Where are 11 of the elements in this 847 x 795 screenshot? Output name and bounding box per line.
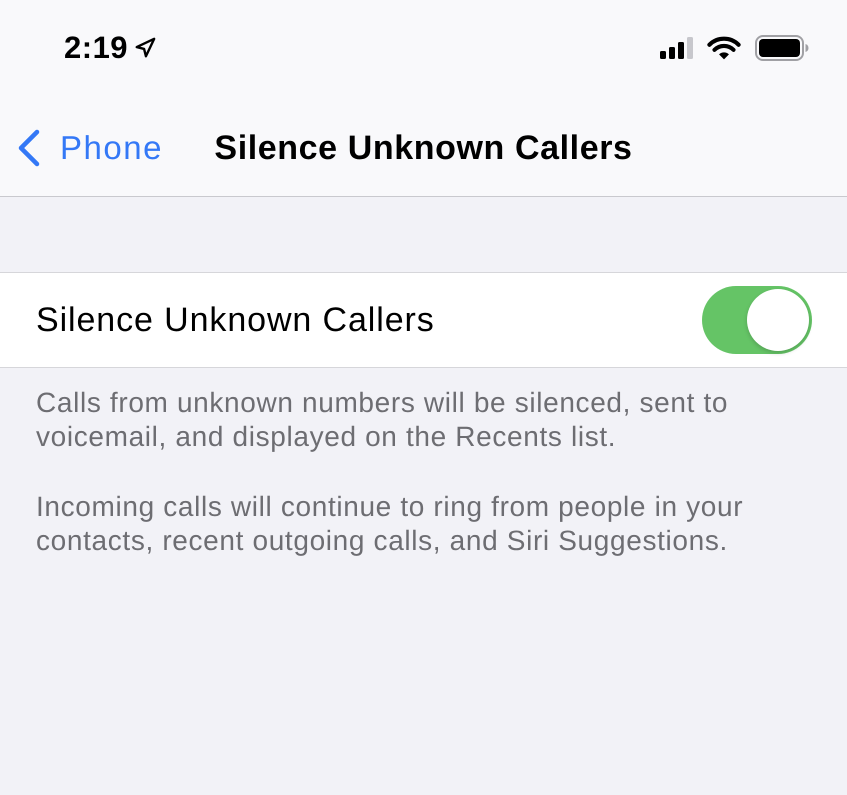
chevron-left-icon	[18, 129, 40, 167]
battery-icon	[755, 35, 809, 61]
wifi-icon	[707, 36, 741, 60]
setting-label: Silence Unknown Callers	[36, 300, 435, 340]
footer-note: Calls from unknown numbers will be silenced, sent to voicemail, and displayed on the Recents list.	[36, 386, 730, 454]
signal-icon	[660, 37, 693, 59]
status-time: 2:19	[64, 30, 128, 66]
back-button[interactable]: Phone	[18, 129, 163, 167]
page-title: Silence Unknown Callers	[214, 128, 633, 168]
location-arrow-icon	[134, 37, 156, 59]
footer-note: Incoming calls will continue to ring from people in your contacts, recent outgoing calls, and Siri Suggestions.	[36, 490, 744, 558]
